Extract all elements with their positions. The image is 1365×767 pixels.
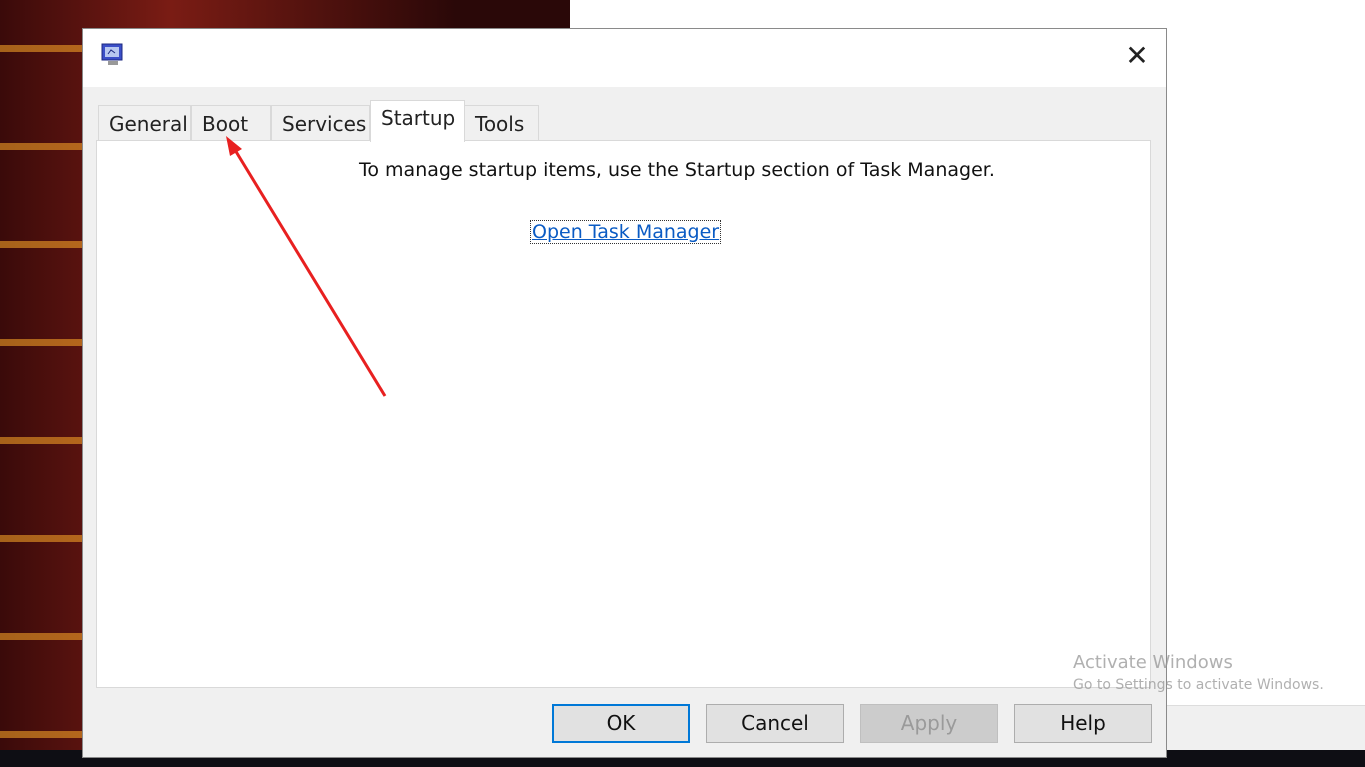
apply-button[interactable]: Apply	[860, 704, 998, 743]
help-button[interactable]: Help	[1014, 704, 1152, 743]
tab-boot[interactable]: Boot	[191, 105, 271, 141]
cancel-button[interactable]: Cancel	[706, 704, 844, 743]
title-bar: ✕	[83, 29, 1166, 87]
tab-tools[interactable]: Tools	[464, 105, 539, 141]
startup-message: To manage startup items, use the Startup…	[359, 159, 995, 181]
startup-panel: To manage startup items, use the Startup…	[96, 140, 1151, 688]
close-button[interactable]: ✕	[1124, 42, 1150, 70]
tab-general[interactable]: General	[98, 105, 191, 141]
system-configuration-icon	[101, 43, 123, 65]
ok-button[interactable]: OK	[552, 704, 690, 743]
tab-services[interactable]: Services	[271, 105, 370, 141]
activate-windows-title: Activate Windows	[1073, 652, 1233, 673]
activate-windows-subtitle: Go to Settings to activate Windows.	[1073, 677, 1324, 693]
system-configuration-dialog: ✕ General Boot Services Startup Tools To…	[82, 28, 1167, 758]
background-window-footer	[1165, 705, 1365, 750]
open-task-manager-link[interactable]: Open Task Manager	[529, 220, 722, 244]
tab-startup[interactable]: Startup	[370, 100, 465, 142]
